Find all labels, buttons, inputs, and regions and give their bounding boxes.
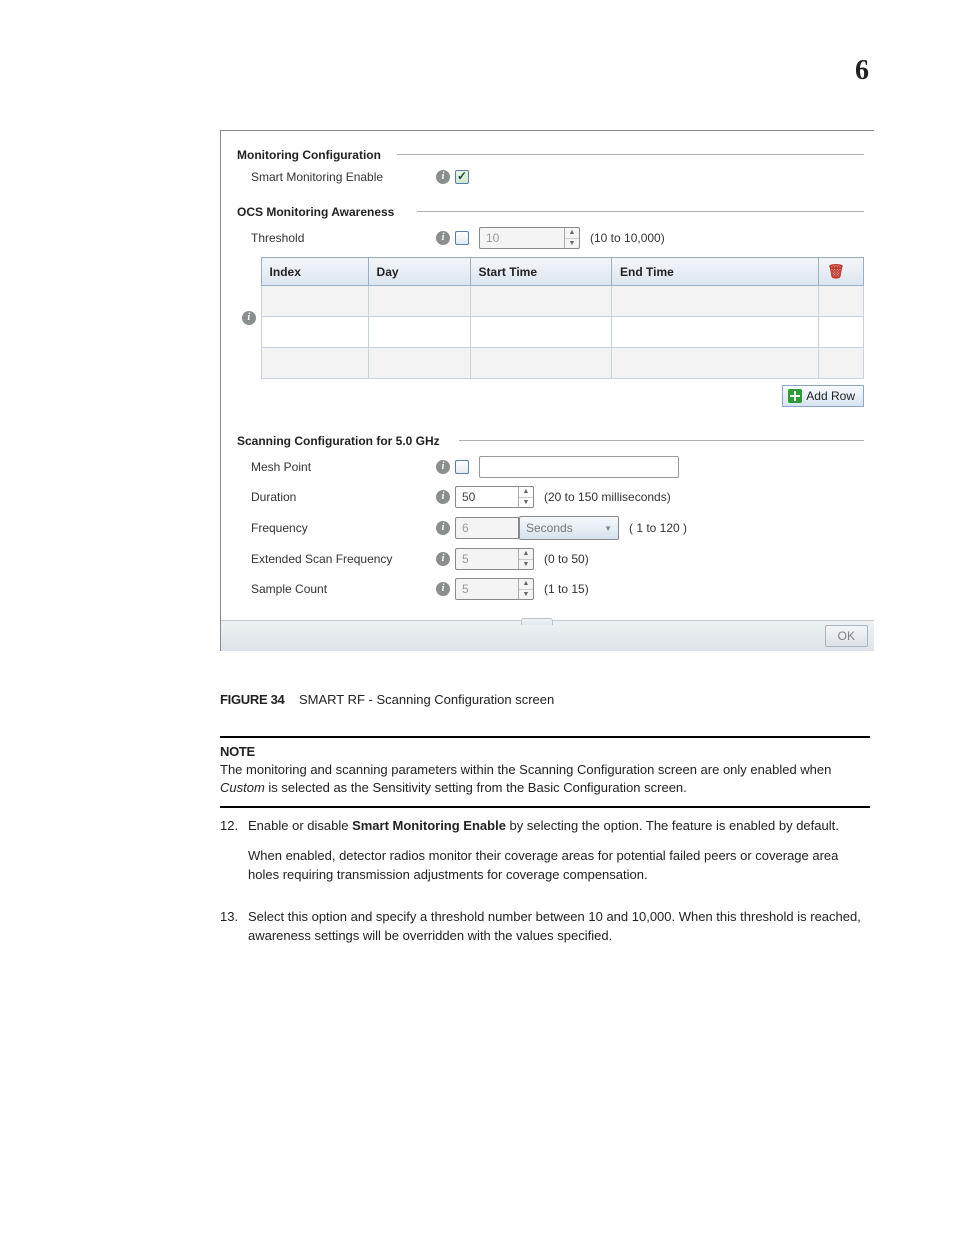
- frequency-label: Frequency: [251, 521, 431, 535]
- section-legend: OCS Monitoring Awareness: [237, 205, 400, 219]
- smart-monitoring-label: Smart Monitoring Enable: [251, 170, 431, 184]
- info-icon[interactable]: i: [436, 552, 450, 566]
- section-legend: Monitoring Configuration: [237, 148, 387, 162]
- info-icon[interactable]: i: [436, 521, 450, 535]
- note-heading: NOTE: [220, 743, 870, 761]
- spinner-down-icon[interactable]: ▼: [565, 238, 579, 249]
- ext-scan-spinner[interactable]: 5 ▲▼: [455, 548, 534, 570]
- resize-handle-icon[interactable]: [521, 618, 553, 625]
- ext-scan-hint: (0 to 50): [544, 552, 589, 566]
- frequency-hint: ( 1 to 120 ): [629, 521, 687, 535]
- info-icon[interactable]: i: [436, 582, 450, 596]
- add-row-button[interactable]: Add Row: [782, 385, 864, 407]
- threshold-checkbox[interactable]: [455, 231, 469, 245]
- threshold-spinner[interactable]: 10 ▲▼: [479, 227, 580, 249]
- info-icon[interactable]: i: [436, 231, 450, 245]
- threshold-label: Threshold: [251, 231, 431, 245]
- spinner-down-icon[interactable]: ▼: [519, 559, 533, 570]
- ocs-awareness-section: OCS Monitoring Awareness Threshold i 10 …: [237, 204, 864, 425]
- spinner-up-icon[interactable]: ▲: [519, 487, 533, 497]
- list-item: 13. Select this option and specify a thr…: [220, 907, 870, 956]
- table-row[interactable]: [261, 348, 863, 379]
- chevron-down-icon: ▼: [604, 524, 612, 533]
- mesh-point-checkbox[interactable]: [455, 460, 469, 474]
- threshold-hint: (10 to 10,000): [590, 231, 665, 245]
- duration-spinner[interactable]: 50 ▲▼: [455, 486, 534, 508]
- trash-icon: 🗑: [827, 263, 845, 279]
- plus-icon: [788, 389, 802, 403]
- section-legend: Scanning Configuration for 5.0 GHz: [237, 434, 446, 448]
- col-day[interactable]: Day: [368, 258, 470, 286]
- col-end-time[interactable]: End Time: [612, 258, 819, 286]
- awareness-table: Index Day Start Time End Time 🗑: [261, 257, 864, 379]
- note-block: NOTE The monitoring and scanning paramet…: [220, 736, 870, 808]
- frequency-spinner[interactable]: 6: [455, 517, 519, 539]
- spinner-up-icon[interactable]: ▲: [565, 228, 579, 238]
- footer-bar: OK: [221, 620, 874, 651]
- scan-5ghz-section: Scanning Configuration for 5.0 GHz Mesh …: [237, 433, 864, 612]
- ext-scan-label: Extended Scan Frequency: [251, 552, 431, 566]
- monitoring-config-section: Monitoring Configuration Smart Monitorin…: [237, 147, 864, 196]
- info-icon[interactable]: i: [436, 460, 450, 474]
- note-body: The monitoring and scanning parameters w…: [220, 761, 870, 797]
- info-icon[interactable]: i: [242, 311, 256, 325]
- spinner-up-icon[interactable]: ▲: [519, 579, 533, 589]
- mesh-point-input[interactable]: [479, 456, 679, 478]
- figure-caption: FIGURE 34 SMART RF - Scanning Configurat…: [220, 692, 554, 707]
- info-icon[interactable]: i: [436, 170, 450, 184]
- screenshot-panel: Monitoring Configuration Smart Monitorin…: [220, 130, 874, 651]
- list-item: 12. Enable or disable Smart Monitoring E…: [220, 816, 870, 895]
- col-start-time[interactable]: Start Time: [470, 258, 611, 286]
- table-row[interactable]: [261, 317, 863, 348]
- duration-label: Duration: [251, 490, 431, 504]
- table-row[interactable]: [261, 286, 863, 317]
- sample-count-label: Sample Count: [251, 582, 431, 596]
- sample-count-spinner[interactable]: 5 ▲▼: [455, 578, 534, 600]
- col-delete[interactable]: 🗑: [819, 258, 864, 286]
- info-icon[interactable]: i: [436, 490, 450, 504]
- ok-button[interactable]: OK: [825, 625, 868, 647]
- spinner-up-icon[interactable]: ▲: [519, 549, 533, 559]
- frequency-unit-select[interactable]: Seconds ▼: [519, 516, 619, 540]
- page-number: 6: [855, 55, 869, 87]
- smart-monitoring-checkbox[interactable]: [455, 170, 469, 184]
- sample-count-hint: (1 to 15): [544, 582, 589, 596]
- spinner-down-icon[interactable]: ▼: [519, 497, 533, 508]
- duration-hint: (20 to 150 milliseconds): [544, 490, 671, 504]
- mesh-point-label: Mesh Point: [251, 460, 431, 474]
- spinner-down-icon[interactable]: ▼: [519, 589, 533, 600]
- instruction-list: 12. Enable or disable Smart Monitoring E…: [220, 816, 870, 968]
- col-index[interactable]: Index: [261, 258, 368, 286]
